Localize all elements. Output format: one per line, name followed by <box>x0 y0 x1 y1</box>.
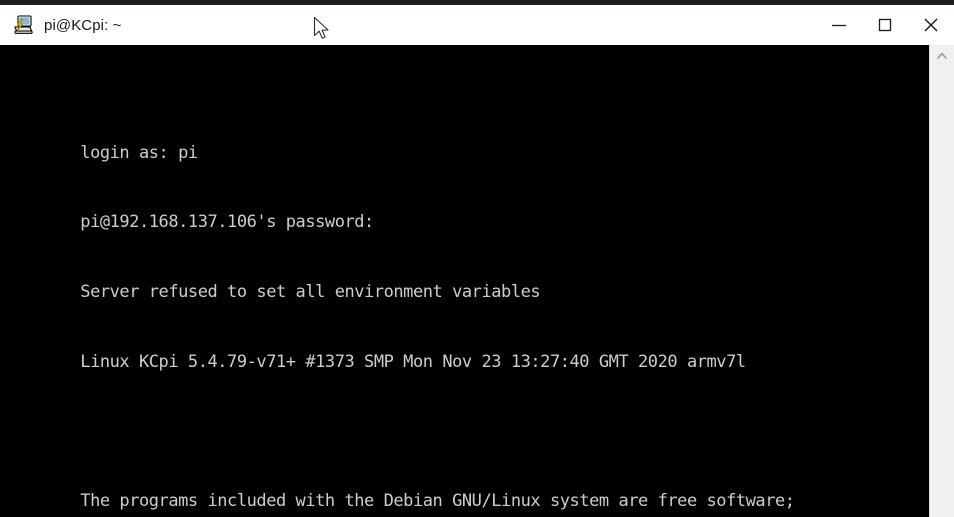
close-button[interactable] <box>908 5 954 45</box>
putty-terminal-window: pi@KCpi: ~ login as: pi pi@192.168.137.1… <box>0 0 954 517</box>
title-bar[interactable]: pi@KCpi: ~ <box>0 5 954 46</box>
terminal-line: The programs included with the Debian GN… <box>2 467 929 511</box>
maximize-button[interactable] <box>862 5 908 45</box>
minimize-button[interactable] <box>816 5 862 45</box>
terminal-line: login as: pi <box>2 119 929 163</box>
terminal-text: login as: pi pi@192.168.137.106's passwo… <box>0 45 929 517</box>
terminal-line-text: Server refused to set all environment va… <box>80 282 541 302</box>
terminal-line: Linux KCpi 5.4.79-v71+ #1373 SMP Mon Nov… <box>2 327 929 372</box>
terminal-line-text: login as: pi <box>80 142 198 163</box>
terminal-output-area[interactable]: login as: pi pi@192.168.137.106's passwo… <box>0 45 929 517</box>
window-controls <box>816 5 954 45</box>
terminal-line-text: The programs included with the Debian GN… <box>80 490 795 511</box>
putty-icon <box>12 14 34 36</box>
terminal-line-text: pi@192.168.137.106's password: <box>80 212 374 233</box>
terminal-line: pi@192.168.137.106's password: <box>2 188 929 232</box>
scrollbar-track[interactable] <box>930 67 954 517</box>
scroll-up-button[interactable] <box>930 45 954 67</box>
terminal-scrollbar[interactable] <box>929 45 954 517</box>
terminal-line-text: Linux KCpi 5.4.79-v71+ #1373 SMP Mon Nov… <box>80 351 746 372</box>
terminal-line: Server refused to set all environment va… <box>2 258 929 302</box>
window-title: pi@KCpi: ~ <box>44 16 122 34</box>
chevron-up-icon <box>937 52 947 59</box>
